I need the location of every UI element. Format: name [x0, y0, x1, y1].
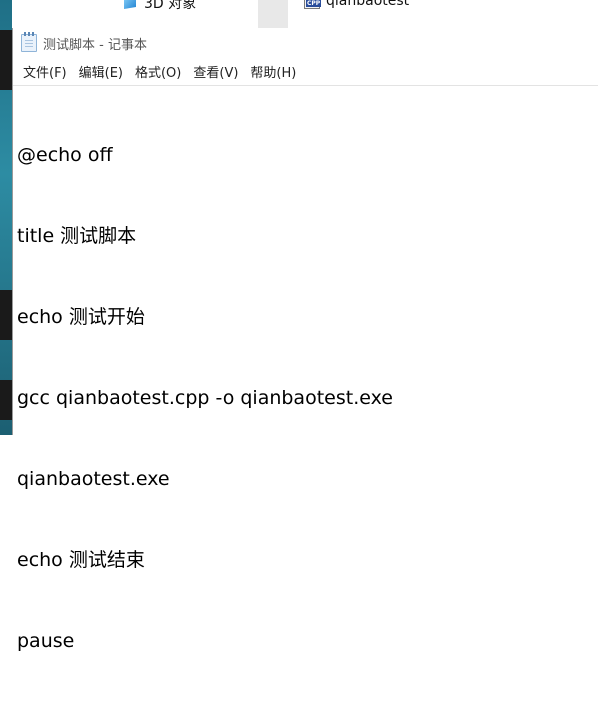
menu-file[interactable]: 文件(F) — [17, 58, 73, 85]
editor-line: pause — [17, 630, 75, 652]
cpp-file-icon: CPP — [304, 0, 322, 9]
window-title: 测试脚本 - 记事本 — [43, 37, 147, 53]
cpp-badge: CPP — [306, 0, 322, 7]
explorer-item-label: 3D 对象 — [144, 0, 197, 12]
explorer-item-qianbaotest[interactable]: CPP qianbaotest — [304, 0, 409, 9]
explorer-pane-divider — [258, 0, 288, 28]
editor-line: qianbaotest.exe — [17, 468, 170, 490]
menu-help[interactable]: 帮助(H) — [244, 58, 302, 85]
3d-objects-icon — [122, 0, 138, 10]
editor-line: @echo off — [17, 144, 113, 166]
title-bar[interactable]: 测试脚本 - 记事本 — [13, 28, 598, 58]
explorer-item-3d-objects[interactable]: 3D 对象 — [122, 0, 196, 13]
notepad-window: 测试脚本 - 记事本 文件(F) 编辑(E) 格式(O) 查看(V) 帮助(H)… — [12, 28, 598, 652]
desktop-background — [0, 0, 12, 435]
menu-bar: 文件(F) 编辑(E) 格式(O) 查看(V) 帮助(H) — [13, 58, 598, 86]
editor-line: title 测试脚本 — [17, 225, 137, 247]
background-explorer-window: 3D 对象 CPP qianbaotest — [12, 0, 598, 28]
desktop-window-fragment — [0, 290, 12, 340]
menu-format[interactable]: 格式(O) — [129, 58, 187, 85]
menu-edit[interactable]: 编辑(E) — [73, 58, 129, 85]
desktop-window-fragment — [0, 380, 12, 420]
desktop-window-fragment — [0, 30, 12, 90]
editor-line: gcc qianbaotest.cpp -o qianbaotest.exe — [17, 387, 393, 409]
editor-line: echo 测试开始 — [17, 306, 145, 328]
explorer-item-label: qianbaotest — [326, 0, 410, 9]
notepad-icon[interactable] — [21, 32, 37, 52]
text-editor[interactable]: @echo off title 测试脚本 echo 测试开始 gcc qianb… — [15, 86, 598, 652]
menu-view[interactable]: 查看(V) — [187, 58, 244, 85]
editor-line: echo 测试结束 — [17, 549, 145, 571]
